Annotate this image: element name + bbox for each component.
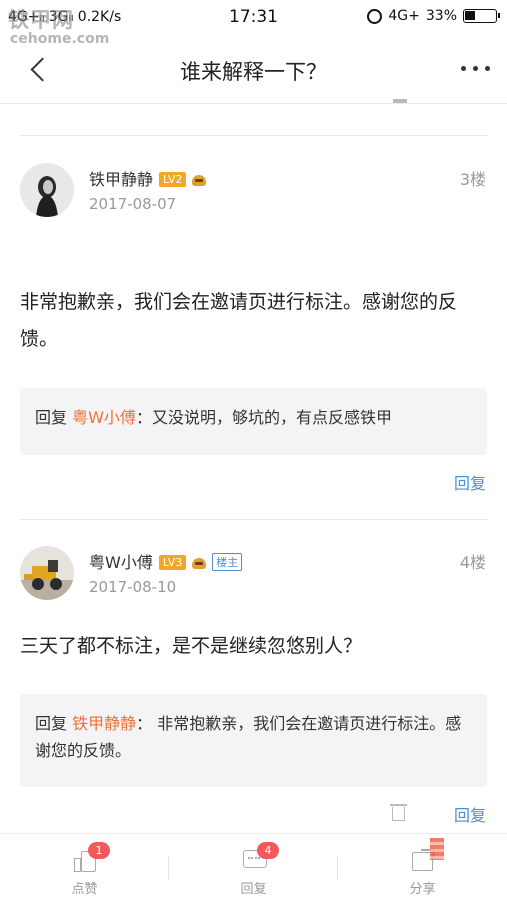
battery-percent: 33% — [425, 8, 457, 24]
quote-colon: ： — [135, 408, 152, 427]
quote-prefix: 回复 — [35, 408, 68, 427]
medal-icon — [191, 555, 207, 569]
quoted-reply: 回复 铁甲静静： 非常抱歉亲，我们会在邀请页进行标注。感谢您的反馈。 — [20, 694, 487, 787]
more-dots-icon — [461, 66, 466, 71]
medal-icon — [191, 172, 207, 186]
quote-text: 又没说明，够坑的，有点反感铁甲 — [151, 408, 392, 427]
trash-icon[interactable] — [393, 99, 407, 103]
post-content: 三天了都不标注，是不是继续忽悠别人？ — [20, 635, 363, 657]
owner-badge: 楼主 — [212, 553, 243, 571]
status-right: 4G+ 33% — [367, 8, 500, 24]
avatar[interactable] — [20, 163, 74, 217]
trash-icon[interactable] — [390, 802, 407, 821]
avatar[interactable] — [20, 546, 74, 600]
post-author[interactable]: 粤W小傅 LV3 楼主 — [89, 549, 243, 573]
page-title: 谁来解释一下？ — [180, 60, 327, 84]
floor-number: 4楼 — [459, 553, 486, 572]
like-count-badge: 1 — [88, 842, 110, 859]
floor-number: 3楼 — [459, 170, 486, 189]
comment-label: 回复 — [240, 882, 267, 897]
quote-author-link[interactable]: 粤W小傅 — [72, 408, 136, 427]
reply-button[interactable]: 回复 — [454, 470, 486, 494]
post-date: 2017-08-07 — [89, 195, 177, 213]
divider — [20, 519, 487, 520]
signal-label: 4G+ — [388, 8, 420, 24]
divider — [20, 135, 487, 136]
level-badge: LV2 — [159, 172, 187, 187]
username: 铁甲静静 — [89, 170, 154, 189]
battery-icon — [463, 9, 500, 23]
quoted-reply: 回复 粤W小傅：又没说明，够坑的，有点反感铁甲 — [20, 388, 487, 455]
share-label: 分享 — [409, 882, 436, 897]
post-author[interactable]: 铁甲静静 LV2 — [89, 166, 207, 190]
watermark-stamp — [430, 838, 444, 860]
quote-colon: ： — [136, 714, 153, 733]
quote-prefix: 回复 — [35, 714, 68, 733]
level-badge: LV3 — [158, 555, 187, 570]
post-date: 2017-08-10 — [89, 578, 177, 596]
comment-button[interactable]: 4 回复 — [169, 834, 338, 900]
nav-bar: 谁来解释一下？ — [0, 36, 507, 104]
share-button[interactable]: 分享 — [338, 834, 507, 900]
like-button[interactable]: 1 点赞 — [0, 834, 169, 900]
back-button[interactable] — [28, 56, 50, 84]
post-content: 非常抱歉亲，我们会在邀请页进行标注。感谢您的反馈。 — [20, 291, 458, 350]
watermark-logo: 铁甲网 — [8, 8, 74, 32]
username: 粤W小傅 — [89, 553, 153, 572]
quote-author-link[interactable]: 铁甲静静 — [72, 714, 136, 733]
status-bar: 4G+ᵢₗ 3Gᵢₗ 0.2K/s 17:31 4G+ 33% 铁甲网 ceho… — [0, 0, 507, 47]
alarm-icon — [367, 8, 383, 24]
more-button[interactable] — [461, 66, 490, 71]
reply-button[interactable]: 回复 — [454, 802, 486, 826]
comment-count-badge: 4 — [257, 842, 279, 859]
like-label: 点赞 — [71, 882, 98, 897]
